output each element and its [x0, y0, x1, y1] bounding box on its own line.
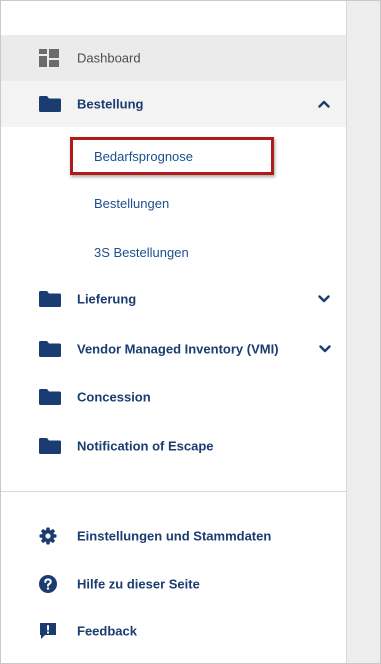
sidebar-item-concession[interactable]: Concession	[1, 374, 346, 420]
folder-icon	[39, 438, 61, 454]
chevron-up-icon[interactable]	[318, 98, 330, 110]
sidebar-item-help[interactable]: Hilfe zu dieser Seite	[1, 561, 346, 607]
chevron-down-icon[interactable]	[319, 343, 331, 355]
sidebar-item-dashboard[interactable]: Dashboard	[1, 35, 346, 81]
subitem-3s-bestellungen[interactable]: 3S Bestellungen	[94, 245, 189, 260]
subitem-bestellungen[interactable]: Bestellungen	[94, 196, 169, 211]
sidebar-item-feedback[interactable]: Feedback	[1, 608, 346, 654]
sidebar-item-label: Vendor Managed Inventory (VMI)	[77, 341, 279, 357]
folder-icon	[39, 291, 61, 307]
sidebar-item-notification-of-escape[interactable]: Notification of Escape	[1, 423, 346, 469]
sidebar-item-label: Dashboard	[77, 50, 141, 66]
feedback-icon	[39, 622, 57, 640]
folder-icon	[39, 96, 61, 112]
help-icon	[39, 575, 57, 593]
sidebar-item-label: Lieferung	[77, 291, 137, 307]
sidebar-item-label: Feedback	[77, 623, 137, 639]
sidebar-item-settings[interactable]: Einstellungen und Stammdaten	[1, 513, 346, 559]
sidebar-item-lieferung[interactable]: Lieferung	[1, 276, 346, 322]
sidebar-item-label: Einstellungen und Stammdaten	[77, 528, 272, 544]
sidebar-divider	[1, 491, 346, 492]
sidebar-item-label: Concession	[77, 389, 151, 405]
folder-icon	[39, 389, 61, 405]
sidebar-item-label: Hilfe zu dieser Seite	[77, 576, 200, 592]
highlight-box	[70, 137, 274, 175]
content-area	[346, 1, 380, 663]
sidebar-item-vmi[interactable]: Vendor Managed Inventory (VMI)	[1, 326, 346, 372]
chevron-down-icon[interactable]	[318, 293, 330, 305]
folder-icon	[39, 341, 61, 357]
sidebar: Dashboard Bestellung Bedarfsprognose Bes…	[1, 1, 346, 663]
gear-icon	[39, 527, 57, 545]
sidebar-item-label: Notification of Escape	[77, 438, 214, 454]
sidebar-item-bestellung[interactable]: Bestellung	[1, 81, 346, 127]
sidebar-item-label: Bestellung	[77, 96, 144, 112]
dashboard-icon	[39, 49, 59, 67]
